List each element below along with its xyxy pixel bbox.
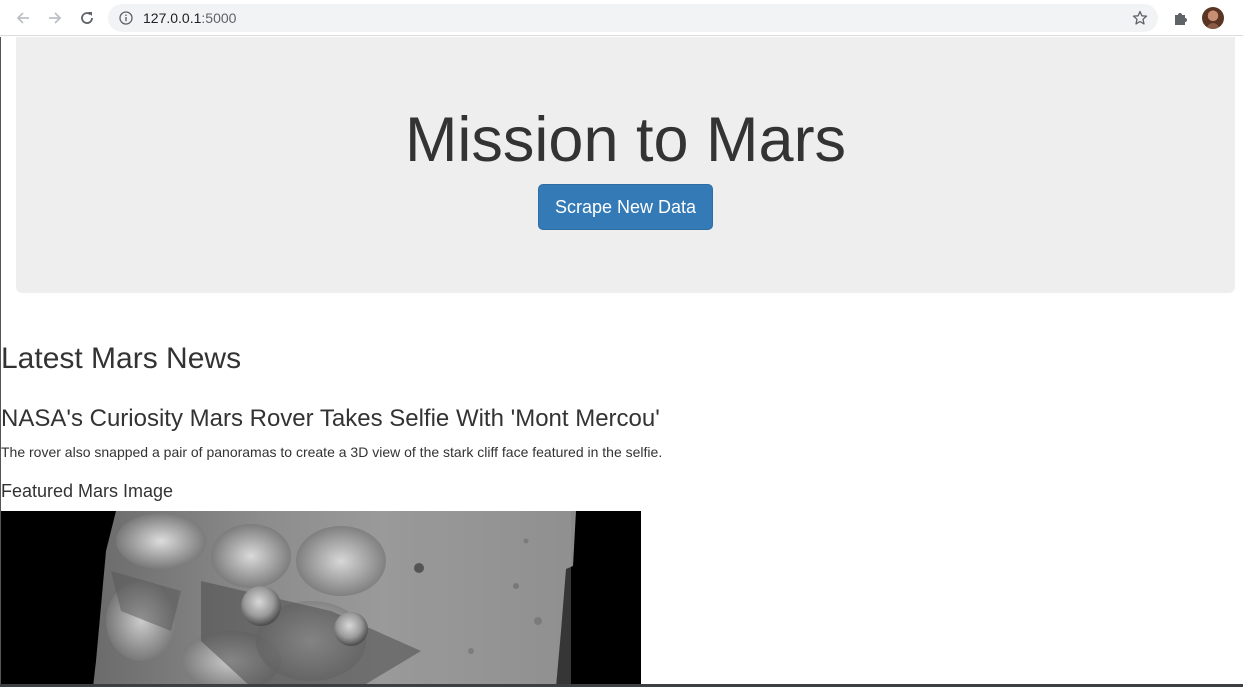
- url-host: 127.0.0.1: [143, 10, 202, 26]
- news-headline: NASA's Curiosity Mars Rover Takes Selfie…: [1, 405, 660, 432]
- featured-image-heading: Featured Mars Image: [1, 481, 174, 501]
- forward-button[interactable]: [43, 6, 67, 30]
- jumbotron: Mission to Mars Scrape New Data: [16, 37, 1235, 293]
- address-bar[interactable]: 127.0.0.1:5000: [108, 4, 1158, 32]
- avatar[interactable]: [1202, 7, 1224, 29]
- arrow-left-icon: [16, 12, 29, 24]
- url-port: :5000: [201, 10, 237, 26]
- page-title: Mission to Mars: [404, 105, 847, 175]
- reload-icon: [81, 12, 93, 24]
- featured-mars-image: [1, 511, 641, 687]
- puzzle-icon[interactable]: [1172, 9, 1190, 27]
- url-text[interactable]: 127.0.0.1:5000: [143, 10, 236, 26]
- info-icon[interactable]: [119, 11, 133, 25]
- reload-button[interactable]: [75, 6, 99, 30]
- latest-news-heading: Latest Mars News: [1, 342, 242, 375]
- news-teaser: The rover also snapped a pair of panoram…: [1, 444, 663, 460]
- arrow-right-icon: [49, 12, 62, 24]
- browser-toolbar: 127.0.0.1:5000: [0, 0, 1243, 36]
- scrape-new-data-button[interactable]: Scrape New Data: [538, 184, 713, 230]
- back-button[interactable]: [11, 6, 35, 30]
- mars-surface-image: [1, 511, 641, 687]
- star-icon[interactable]: [1132, 10, 1148, 26]
- page-content: Mission to Mars Scrape New Data Latest M…: [0, 37, 1243, 687]
